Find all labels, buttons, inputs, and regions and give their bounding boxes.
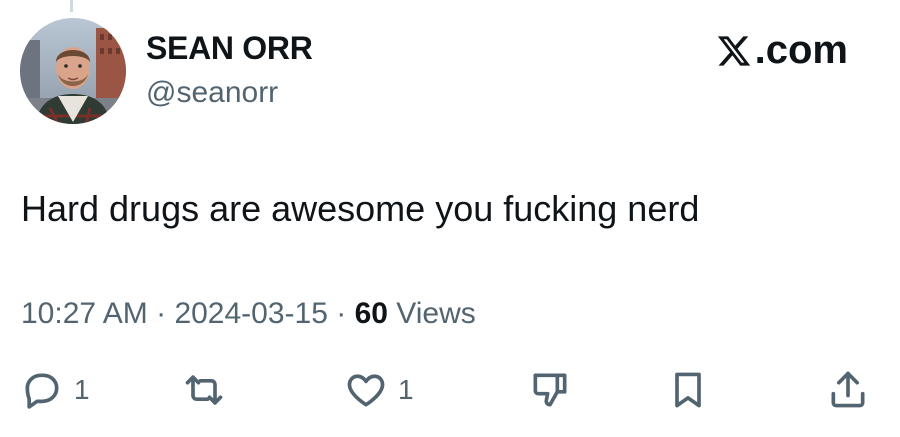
thread-connector-line xyxy=(70,0,73,12)
x-logo-icon xyxy=(715,33,753,69)
tweet-date[interactable]: 2024-03-15 xyxy=(174,297,327,330)
avatar[interactable] xyxy=(20,18,126,124)
author-handle[interactable]: @seanorr xyxy=(146,76,278,110)
bookmark-button[interactable] xyxy=(666,368,710,412)
retweet-icon xyxy=(180,368,228,412)
brand-domain-label: .com xyxy=(754,28,848,72)
tweet-text: Hard drugs are awesome you fucking nerd xyxy=(21,188,700,229)
reply-icon xyxy=(20,368,64,412)
share-button[interactable] xyxy=(826,368,870,412)
meta-separator: · xyxy=(147,297,175,330)
heart-icon xyxy=(344,368,388,412)
share-icon xyxy=(826,368,870,412)
like-button[interactable]: 1 xyxy=(344,368,414,412)
dislike-button[interactable] xyxy=(528,368,572,412)
views-label: Views xyxy=(387,297,476,330)
tweet-meta: 10:27 AM · 2024-03-15 · 60 Views xyxy=(21,297,476,331)
author-display-name[interactable]: SEAN ORR xyxy=(146,30,313,67)
tweet-time[interactable]: 10:27 AM xyxy=(21,297,148,330)
thumbs-down-icon xyxy=(528,368,572,412)
brand-logo: .com xyxy=(715,28,848,73)
reply-count: 1 xyxy=(74,374,90,405)
like-count: 1 xyxy=(398,374,414,405)
views-count: 60 xyxy=(354,297,388,330)
retweet-button[interactable] xyxy=(180,368,228,412)
bookmark-icon xyxy=(666,368,710,412)
meta-separator: · xyxy=(327,297,355,330)
action-bar: 1 1 xyxy=(0,368,900,416)
reply-button[interactable]: 1 xyxy=(20,368,90,412)
